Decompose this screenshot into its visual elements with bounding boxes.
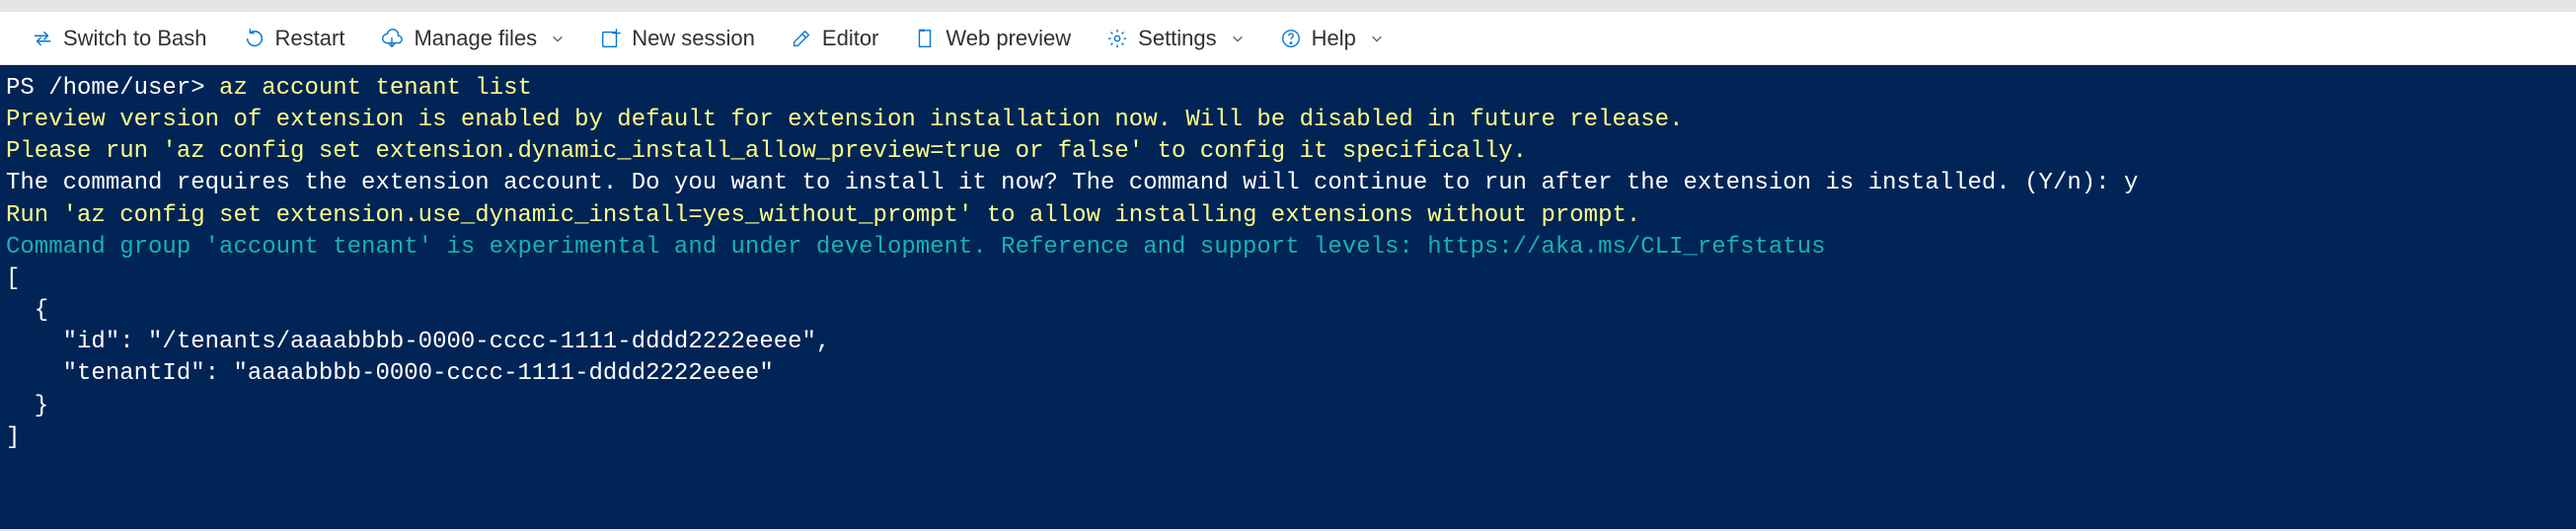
prompt-command: az account tenant list	[219, 75, 532, 102]
editor-label: Editor	[822, 26, 878, 51]
chevron-down-icon	[1370, 32, 1384, 45]
new-session-label: New session	[632, 26, 755, 51]
help-label: Help	[1312, 26, 1356, 51]
terminal-json-output: [ { "id": "/tenants/aaaabbbb-0000-cccc-1…	[6, 266, 830, 451]
terminal-line: Preview version of extension is enabled …	[6, 107, 1683, 133]
web-preview-label: Web preview	[946, 26, 1071, 51]
editor-icon	[791, 28, 812, 49]
restart-button[interactable]: Restart	[226, 12, 363, 65]
install-answer: y	[2124, 170, 2138, 196]
gear-icon	[1106, 28, 1128, 49]
help-button[interactable]: Help	[1262, 12, 1402, 65]
terminal-output[interactable]: PS /home/user> az account tenant list Pr…	[0, 65, 2576, 529]
terminal-line: Run 'az config set extension.use_dynamic…	[6, 202, 1640, 229]
settings-label: Settings	[1138, 26, 1217, 51]
web-preview-button[interactable]: Web preview	[896, 12, 1089, 65]
new-session-button[interactable]: New session	[582, 12, 773, 65]
settings-button[interactable]: Settings	[1089, 12, 1262, 65]
manage-files-button[interactable]: Manage files	[362, 12, 582, 65]
help-icon	[1280, 28, 1302, 49]
terminal-line: Please run 'az config set extension.dyna…	[6, 138, 1527, 165]
editor-button[interactable]: Editor	[773, 12, 896, 65]
switch-to-bash-button[interactable]: Switch to Bash	[14, 12, 225, 65]
terminal-line: Command group 'account tenant' is experi…	[6, 234, 1826, 261]
new-session-icon	[600, 28, 622, 49]
restart-label: Restart	[275, 26, 345, 51]
manage-files-label: Manage files	[414, 26, 537, 51]
chevron-down-icon	[551, 32, 565, 45]
cloud-files-icon	[380, 28, 404, 49]
chevron-down-icon	[1231, 32, 1245, 45]
terminal-line: The command requires the extension accou…	[6, 170, 2124, 196]
swap-icon	[32, 28, 53, 49]
window-top-strip	[0, 0, 2576, 12]
web-preview-icon	[914, 28, 936, 49]
cloud-shell-toolbar: Switch to Bash Restart Manage files	[0, 12, 2576, 65]
switch-to-bash-label: Switch to Bash	[63, 26, 207, 51]
restart-icon	[244, 28, 265, 49]
prompt-prefix: PS /home/user>	[6, 75, 219, 102]
